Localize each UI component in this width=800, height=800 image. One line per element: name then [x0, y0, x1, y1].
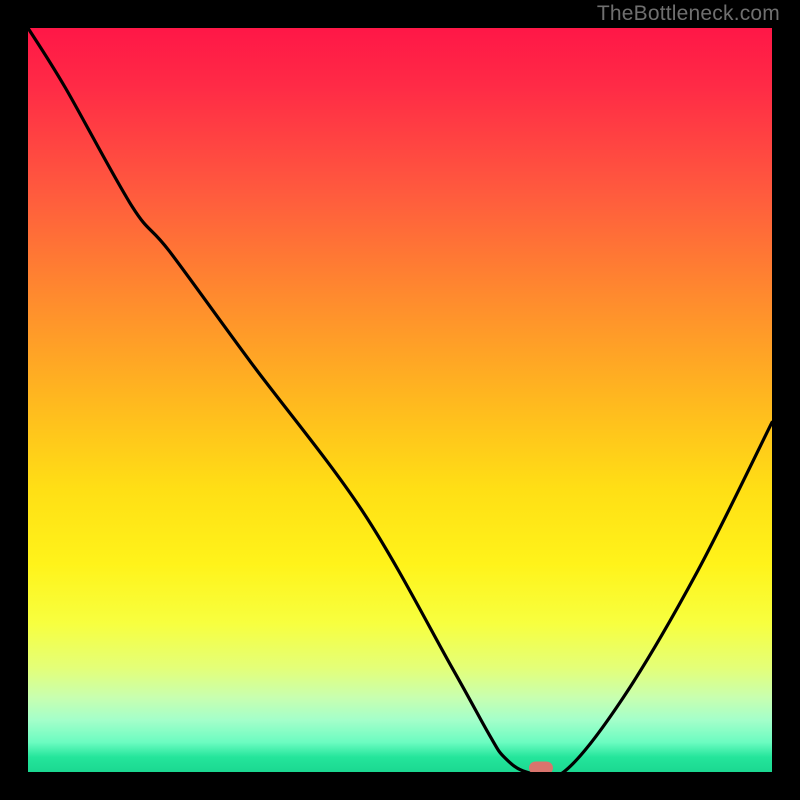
plot-area [28, 28, 772, 772]
chart-frame: TheBottleneck.com [0, 0, 800, 800]
bottleneck-curve [28, 28, 772, 772]
curve-path [28, 28, 772, 772]
attribution-text: TheBottleneck.com [597, 2, 780, 26]
optimal-marker [529, 762, 553, 773]
